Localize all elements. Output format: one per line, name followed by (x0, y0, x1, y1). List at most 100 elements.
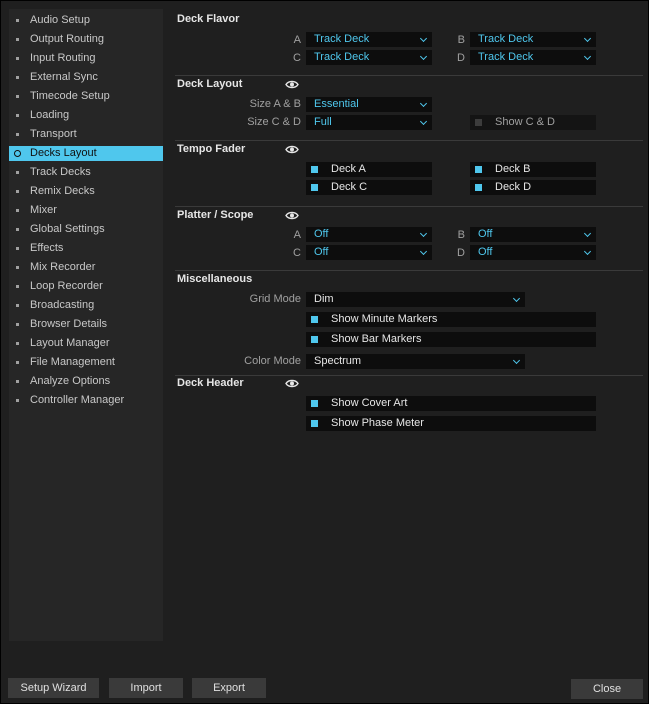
checkbox-label: Deck B (495, 163, 531, 175)
import-button[interactable]: Import (109, 678, 183, 698)
preferences-window: Audio Setup Output Routing Input Routing Ex… (0, 0, 649, 704)
deck-flavor-c-dropdown[interactable]: Track Deck (306, 50, 432, 65)
sidebar-item-timecode-setup[interactable]: Timecode Setup (9, 89, 163, 104)
tempo-fader-deck-b-checkbox[interactable]: Deck B (470, 162, 596, 177)
setup-wizard-button[interactable]: Setup Wizard (8, 678, 99, 698)
platter-c-dropdown[interactable]: Off (306, 245, 432, 260)
deck-flavor-b-label: B (457, 34, 465, 46)
checkbox-box (311, 420, 318, 427)
decks-layout-panel: Deck Flavor A Track Deck B Track Deck C … (169, 1, 643, 661)
chevron-down-icon (419, 117, 428, 126)
sidebar-item-analyze-options[interactable]: Analyze Options (9, 374, 163, 389)
sidebar-item-track-decks[interactable]: Track Decks (9, 165, 163, 180)
sidebar-item-label: Mix Recorder (30, 261, 96, 273)
checkbox-box (475, 184, 482, 191)
sidebar-item-controller-manager[interactable]: Controller Manager (9, 393, 163, 408)
close-button[interactable]: Close (571, 679, 643, 699)
tempo-fader-deck-a-checkbox[interactable]: Deck A (306, 162, 432, 177)
sidebar-item-label: File Management (30, 356, 115, 368)
sidebar-item-output-routing[interactable]: Output Routing (9, 32, 163, 47)
sidebar-item-mix-recorder[interactable]: Mix Recorder (9, 260, 163, 275)
bullet-icon (16, 399, 19, 402)
sidebar-item-label: Browser Details (30, 318, 108, 330)
divider (175, 140, 643, 141)
sidebar-item-label: Decks Layout (30, 147, 97, 159)
sidebar-item-label: Transport (30, 128, 77, 140)
sidebar-item-effects[interactable]: Effects (9, 241, 163, 256)
sidebar-item-transport[interactable]: Transport (9, 127, 163, 142)
size-cd-dropdown[interactable]: Full (306, 115, 432, 130)
tempo-fader-deck-d-checkbox[interactable]: Deck D (470, 180, 596, 195)
divider (175, 270, 643, 271)
deck-flavor-a-dropdown[interactable]: Track Deck (306, 32, 432, 47)
show-cd-checkbox[interactable]: Show C & D (470, 115, 596, 130)
selected-bullet-icon (14, 150, 21, 157)
section-title-miscellaneous: Miscellaneous (177, 273, 253, 285)
size-ab-label: Size A & B (249, 98, 301, 110)
sidebar-item-label: Loading (30, 109, 70, 121)
bullet-icon (16, 114, 19, 117)
divider (175, 206, 643, 207)
platter-a-dropdown[interactable]: Off (306, 227, 432, 242)
eye-icon[interactable] (285, 211, 299, 220)
color-mode-dropdown[interactable]: Spectrum (306, 354, 525, 369)
bullet-icon (16, 323, 19, 326)
sidebar-item-remix-decks[interactable]: Remix Decks (9, 184, 163, 199)
size-ab-dropdown[interactable]: Essential (306, 97, 432, 112)
eye-icon[interactable] (285, 379, 299, 388)
chevron-down-icon (583, 247, 592, 256)
show-phase-meter-checkbox[interactable]: Show Phase Meter (306, 416, 596, 431)
dropdown-value: Track Deck (478, 51, 534, 63)
sidebar-item-loop-recorder[interactable]: Loop Recorder (9, 279, 163, 294)
sidebar-item-broadcasting[interactable]: Broadcasting (9, 298, 163, 313)
show-bar-markers-checkbox[interactable]: Show Bar Markers (306, 332, 596, 347)
dropdown-value: Full (314, 116, 332, 128)
sidebar-item-label: Global Settings (30, 223, 105, 235)
sidebar-item-loading[interactable]: Loading (9, 108, 163, 123)
chevron-down-icon (419, 229, 428, 238)
bullet-icon (16, 361, 19, 364)
eye-icon[interactable] (285, 145, 299, 154)
sidebar-item-browser-details[interactable]: Browser Details (9, 317, 163, 332)
bullet-icon (16, 95, 19, 98)
sidebar-item-global-settings[interactable]: Global Settings (9, 222, 163, 237)
eye-icon[interactable] (285, 80, 299, 89)
deck-flavor-b-dropdown[interactable]: Track Deck (470, 32, 596, 47)
sidebar-item-label: Input Routing (30, 52, 96, 64)
show-minute-markers-checkbox[interactable]: Show Minute Markers (306, 312, 596, 327)
show-cover-art-checkbox[interactable]: Show Cover Art (306, 396, 596, 411)
dropdown-value: Off (478, 228, 493, 240)
sidebar-item-external-sync[interactable]: External Sync (9, 70, 163, 85)
checkbox-box (311, 336, 318, 343)
color-mode-label: Color Mode (244, 355, 301, 367)
sidebar-item-layout-manager[interactable]: Layout Manager (9, 336, 163, 351)
platter-d-label: D (457, 247, 465, 259)
bullet-icon (16, 304, 19, 307)
checkbox-label: Show Bar Markers (331, 333, 422, 345)
dropdown-value: Dim (314, 293, 334, 305)
section-title-tempo-fader: Tempo Fader (177, 143, 246, 155)
bullet-icon (16, 380, 19, 383)
bullet-icon (16, 190, 19, 193)
checkbox-box (475, 166, 482, 173)
sidebar-item-input-routing[interactable]: Input Routing (9, 51, 163, 66)
platter-b-dropdown[interactable]: Off (470, 227, 596, 242)
sidebar-item-file-management[interactable]: File Management (9, 355, 163, 370)
sidebar-item-audio-setup[interactable]: Audio Setup (9, 13, 163, 28)
platter-d-dropdown[interactable]: Off (470, 245, 596, 260)
bullet-icon (16, 247, 19, 250)
dropdown-value: Off (314, 228, 329, 240)
export-button[interactable]: Export (192, 678, 266, 698)
sidebar-item-label: Audio Setup (30, 14, 90, 26)
sidebar-item-label: Loop Recorder (30, 280, 103, 292)
sidebar-item-mixer[interactable]: Mixer (9, 203, 163, 218)
sidebar-item-label: Analyze Options (30, 375, 111, 387)
tempo-fader-deck-c-checkbox[interactable]: Deck C (306, 180, 432, 195)
sidebar-item-label: Controller Manager (30, 394, 125, 406)
chevron-down-icon (419, 34, 428, 43)
platter-c-label: C (293, 247, 301, 259)
deck-flavor-d-dropdown[interactable]: Track Deck (470, 50, 596, 65)
sidebar-item-label: Timecode Setup (30, 90, 110, 102)
sidebar-item-decks-layout[interactable]: Decks Layout (9, 146, 163, 161)
grid-mode-dropdown[interactable]: Dim (306, 292, 525, 307)
